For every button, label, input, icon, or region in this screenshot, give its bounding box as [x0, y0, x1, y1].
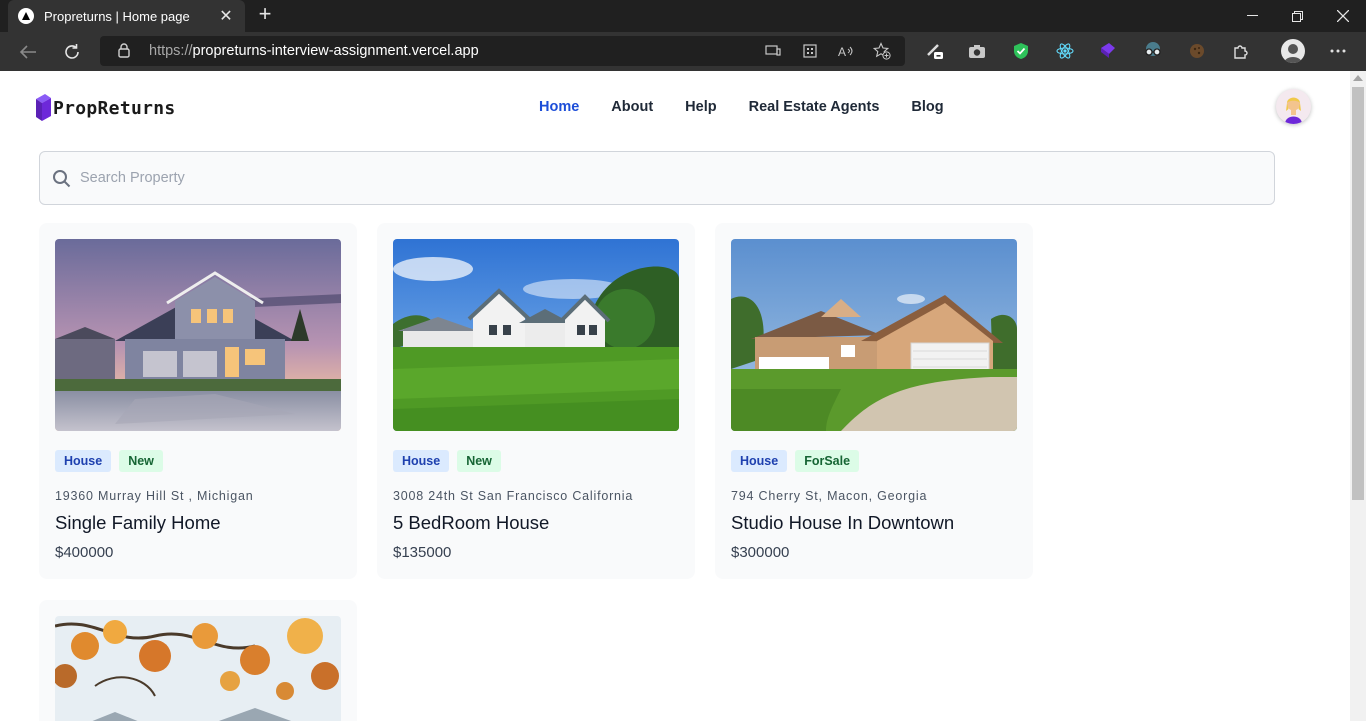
search-bar[interactable]	[39, 151, 1275, 205]
pen-extension-icon[interactable]	[925, 41, 945, 61]
nav-blog[interactable]: Blog	[911, 99, 943, 115]
lock-icon[interactable]	[118, 43, 130, 63]
profile-avatar-icon[interactable]	[1281, 39, 1305, 63]
web-page: PropReturns Home About Help Real Estate …	[0, 71, 1350, 721]
badge-group: House ForSale	[731, 450, 867, 472]
status-badge: ForSale	[795, 450, 860, 472]
url-text: https://propreturns-interview-assignment…	[149, 43, 479, 59]
property-image-autumn-house[interactable]	[55, 616, 341, 721]
refresh-icon[interactable]	[60, 40, 84, 64]
property-price: $135000	[393, 544, 452, 561]
property-price: $400000	[55, 544, 114, 561]
property-card[interactable]: House ForSale 794 Cherry St, Macon, Geor…	[715, 223, 1033, 579]
property-image-white-house[interactable]	[393, 239, 679, 431]
property-card[interactable]: House New 19360 Murray Hill St , Michiga…	[39, 223, 357, 579]
restore-button[interactable]	[1274, 0, 1320, 32]
tab-close-icon[interactable]: ✕	[217, 6, 235, 26]
type-badge: House	[393, 450, 450, 472]
status-badge: New	[457, 450, 501, 472]
property-price: $300000	[731, 544, 790, 561]
react-devtools-icon[interactable]	[1055, 41, 1075, 61]
badge-group: House New	[393, 450, 509, 472]
property-address: 794 Cherry St, Macon, Georgia	[731, 489, 928, 503]
browser-toolbar: https://propreturns-interview-assignment…	[0, 32, 1366, 97]
nav-real-estate-agents[interactable]: Real Estate Agents	[749, 99, 880, 115]
app-available-icon[interactable]	[764, 42, 782, 60]
badge-group: House New	[55, 450, 171, 472]
logo-cube-icon	[36, 94, 51, 121]
browser-tab[interactable]: Propreturns | Home page ✕	[8, 0, 245, 32]
nav-help[interactable]: Help	[685, 99, 716, 115]
property-address: 3008 24th St San Francisco California	[393, 489, 634, 503]
nav-about[interactable]: About	[611, 99, 653, 115]
url-host: propreturns-interview-assignment.vercel.…	[192, 43, 479, 59]
status-badge: New	[119, 450, 163, 472]
shield-extension-icon[interactable]	[1011, 41, 1031, 61]
extensions-puzzle-icon[interactable]	[1231, 41, 1251, 61]
camera-extension-icon[interactable]	[967, 41, 987, 61]
property-image-dusk-house[interactable]	[55, 239, 341, 431]
back-arrow-icon[interactable]	[16, 40, 40, 64]
add-favorite-icon[interactable]	[873, 42, 891, 60]
type-badge: House	[731, 450, 788, 472]
purple-extension-icon[interactable]	[1099, 41, 1119, 61]
svg-text:A: A	[838, 45, 846, 58]
close-window-button[interactable]	[1320, 0, 1366, 32]
property-title[interactable]: 5 BedRoom House	[393, 512, 549, 534]
search-icon	[52, 169, 72, 194]
logo-text: PropReturns	[53, 97, 176, 119]
tab-title: Propreturns | Home page	[44, 8, 190, 24]
type-badge: House	[55, 450, 112, 472]
site-logo[interactable]: PropReturns	[36, 93, 176, 123]
vercel-favicon-icon	[18, 8, 34, 24]
nav-home[interactable]: Home	[539, 99, 579, 115]
scrollbar-thumb[interactable]	[1352, 87, 1364, 500]
scroll-up-arrow-icon[interactable]	[1353, 75, 1363, 81]
new-tab-button[interactable]: +	[254, 3, 276, 26]
property-card[interactable]: House New 3008 24th St San Francisco Cal…	[377, 223, 695, 579]
qr-code-icon[interactable]	[801, 42, 819, 60]
property-title[interactable]: Studio House In Downtown	[731, 512, 954, 534]
property-address: 19360 Murray Hill St , Michigan	[55, 489, 254, 503]
glasses-extension-icon[interactable]	[1143, 41, 1163, 61]
property-image-ranch-house[interactable]	[731, 239, 1017, 431]
user-avatar[interactable]	[1276, 89, 1311, 124]
main-nav: Home About Help Real Estate Agents Blog	[539, 99, 976, 115]
read-aloud-icon[interactable]: A	[837, 42, 855, 60]
property-card[interactable]	[39, 600, 357, 721]
more-menu-icon[interactable]	[1328, 41, 1348, 61]
property-title[interactable]: Single Family Home	[55, 512, 221, 534]
minimize-button[interactable]	[1229, 0, 1275, 32]
address-bar[interactable]: https://propreturns-interview-assignment…	[100, 36, 905, 66]
url-scheme: https://	[149, 43, 193, 59]
search-input[interactable]	[80, 166, 1230, 190]
cookie-extension-icon[interactable]	[1187, 41, 1207, 61]
browser-tab-strip: Propreturns | Home page ✕ +	[0, 0, 1366, 32]
